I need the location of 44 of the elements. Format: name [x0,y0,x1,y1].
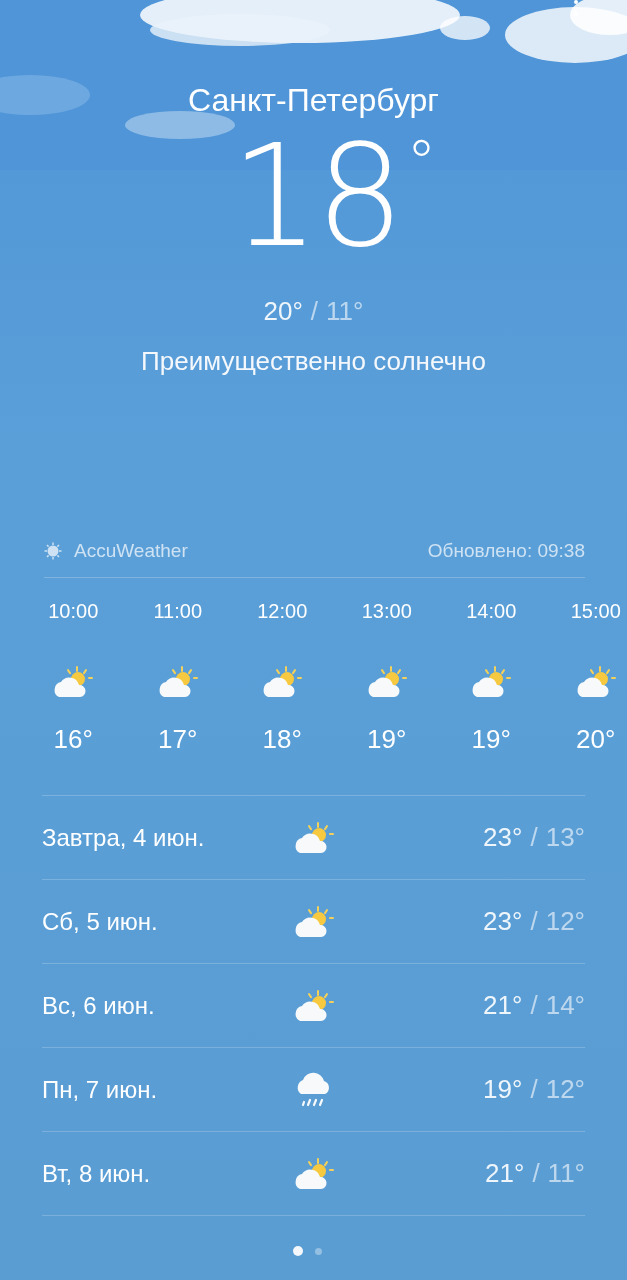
separator: / [530,822,538,854]
city-name: Санкт-Петербург [188,81,439,120]
separator: / [310,295,319,328]
hour-temperature: 20° [576,723,616,756]
hour-temperature: 19° [367,723,407,756]
high-temperature: 23° [483,906,523,938]
page-indicator-dot[interactable] [315,1247,322,1255]
low-temperature: 11° [326,295,364,328]
separator: / [530,1074,538,1106]
hour-temperature: 19° [471,723,511,756]
low-temperature: 13° [545,822,585,854]
sun-icon [44,542,62,560]
high-temperature: 19° [483,1074,523,1106]
hour-temperature: 18° [262,723,302,756]
weather-condition: Преимущественно солнечно [141,345,486,378]
day-name: Завтра, 4 июн. [42,823,206,852]
high-temperature: 21° [485,1158,525,1190]
hour-temperature: 16° [53,723,93,756]
separator: / [530,906,538,938]
current-temperature: 18 [230,122,401,272]
hour-time: 15:00 [570,599,621,624]
source-name: AccuWeather [74,540,188,562]
hour-time: 10:00 [48,599,99,624]
updated-time: Обновлено: 09:38 [427,540,585,562]
hour-time: 14:00 [466,599,517,624]
low-temperature: 11° [547,1158,585,1190]
hour-time: 13:00 [361,599,412,624]
low-temperature: 12° [545,1074,585,1106]
low-temperature: 12° [545,906,585,938]
degree-sign: ° [406,126,437,199]
high-temperature: 20° [263,295,303,328]
separator: / [530,990,538,1022]
day-name: Сб, 5 июн. [42,907,159,936]
hour-temperature: 17° [158,723,198,756]
high-temperature: 23° [483,822,523,854]
separator: / [532,1158,540,1190]
page-indicator-dot[interactable] [293,1246,303,1257]
low-temperature: 14° [545,990,585,1022]
day-name: Пн, 7 июн. [42,1075,159,1104]
day-name: Вт, 8 июн. [42,1159,152,1188]
high-temperature: 21° [483,990,523,1022]
hour-time: 12:00 [257,599,308,624]
hour-time: 11:00 [153,599,203,624]
day-name: Вс, 6 июн. [42,991,156,1020]
